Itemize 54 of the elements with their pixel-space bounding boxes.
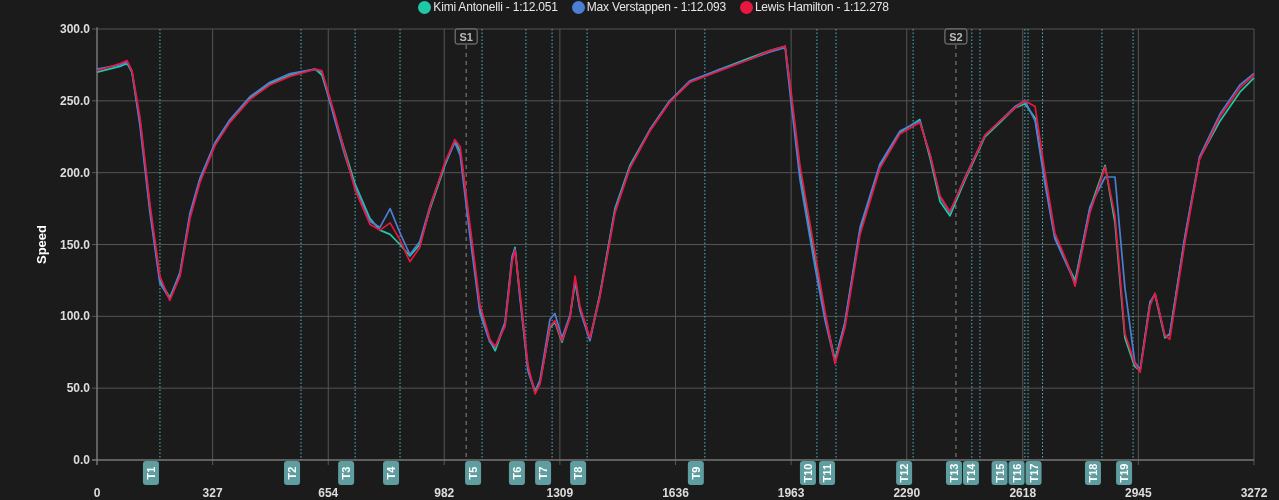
turn-badge: T6 bbox=[508, 461, 525, 485]
axis-tick-label: 2618 bbox=[1009, 486, 1037, 500]
turn-badge: T2 bbox=[284, 461, 301, 485]
ref-line-label: T9 bbox=[689, 466, 702, 480]
ref-line-label: T4 bbox=[385, 465, 398, 480]
turn-badge: T5 bbox=[465, 461, 482, 485]
turn-badge: T7 bbox=[535, 461, 552, 485]
turn-badge: T17 bbox=[1025, 461, 1042, 485]
turn-badge: T11 bbox=[819, 461, 836, 485]
axis-tick-label: 0 bbox=[93, 486, 101, 500]
axis-tick-label: 200.0 bbox=[59, 165, 90, 180]
turn-badge: T19 bbox=[1116, 461, 1133, 485]
ref-line-label: T3 bbox=[340, 466, 353, 480]
axis-tick-label: 654 bbox=[318, 486, 339, 500]
turn-badge: T9 bbox=[687, 461, 704, 485]
axis-tick-label: 250.0 bbox=[59, 93, 90, 108]
axis-tick-label: 2290 bbox=[893, 486, 921, 500]
ref-line-label: T5 bbox=[467, 466, 480, 480]
turn-badge: T12 bbox=[896, 461, 913, 485]
axis-tick-label: 982 bbox=[434, 486, 455, 500]
turn-badge: T16 bbox=[1008, 461, 1025, 485]
axis-tick-label: 150.0 bbox=[59, 237, 90, 252]
sector-badge: S1 bbox=[454, 28, 478, 45]
ref-line-label: T2 bbox=[286, 466, 299, 480]
ref-line-label: T8 bbox=[572, 466, 585, 480]
sector-badge: S2 bbox=[944, 28, 968, 45]
axis-tick-label: 1309 bbox=[546, 486, 574, 500]
axis-tick-label: 300.0 bbox=[59, 22, 90, 36]
turn-badge: T18 bbox=[1084, 461, 1101, 485]
turn-badge: T1 bbox=[142, 461, 159, 485]
axis-tick-label: 100.0 bbox=[59, 309, 90, 324]
legend-label[interactable]: Lewis Hamilton - 1:12.278 bbox=[754, 0, 889, 14]
turn-badge: T8 bbox=[570, 461, 587, 485]
turn-badge: T13 bbox=[945, 461, 962, 485]
axis-title: Speed bbox=[34, 225, 49, 264]
ref-line-label: T1 bbox=[144, 466, 157, 480]
axis-tick-label: 2945 bbox=[1125, 486, 1152, 500]
axis-tick-label: 1636 bbox=[662, 486, 689, 500]
axis-tick-label: 1963 bbox=[777, 486, 805, 500]
axis-tick-label: 3272 bbox=[1240, 486, 1268, 500]
ref-line-label: S2 bbox=[949, 30, 963, 43]
legend-label[interactable]: Max Verstappen - 1:12.093 bbox=[586, 0, 726, 14]
axis-tick-label: 327 bbox=[202, 486, 223, 500]
turn-badge: T14 bbox=[962, 461, 979, 485]
turn-badge: T3 bbox=[338, 461, 355, 485]
ref-line-label: T6 bbox=[510, 466, 523, 480]
axis-tick-label: 0.0 bbox=[73, 453, 90, 467]
turn-badge: T15 bbox=[991, 461, 1008, 485]
ref-line-label: S1 bbox=[459, 30, 473, 43]
turn-badge: T4 bbox=[383, 461, 400, 485]
axis-tick-label: 50.0 bbox=[66, 381, 90, 396]
turn-badge: T10 bbox=[799, 461, 816, 485]
ref-line-label: T7 bbox=[537, 466, 550, 480]
legend-label[interactable]: Kimi Antonelli - 1:12.051 bbox=[433, 0, 558, 14]
